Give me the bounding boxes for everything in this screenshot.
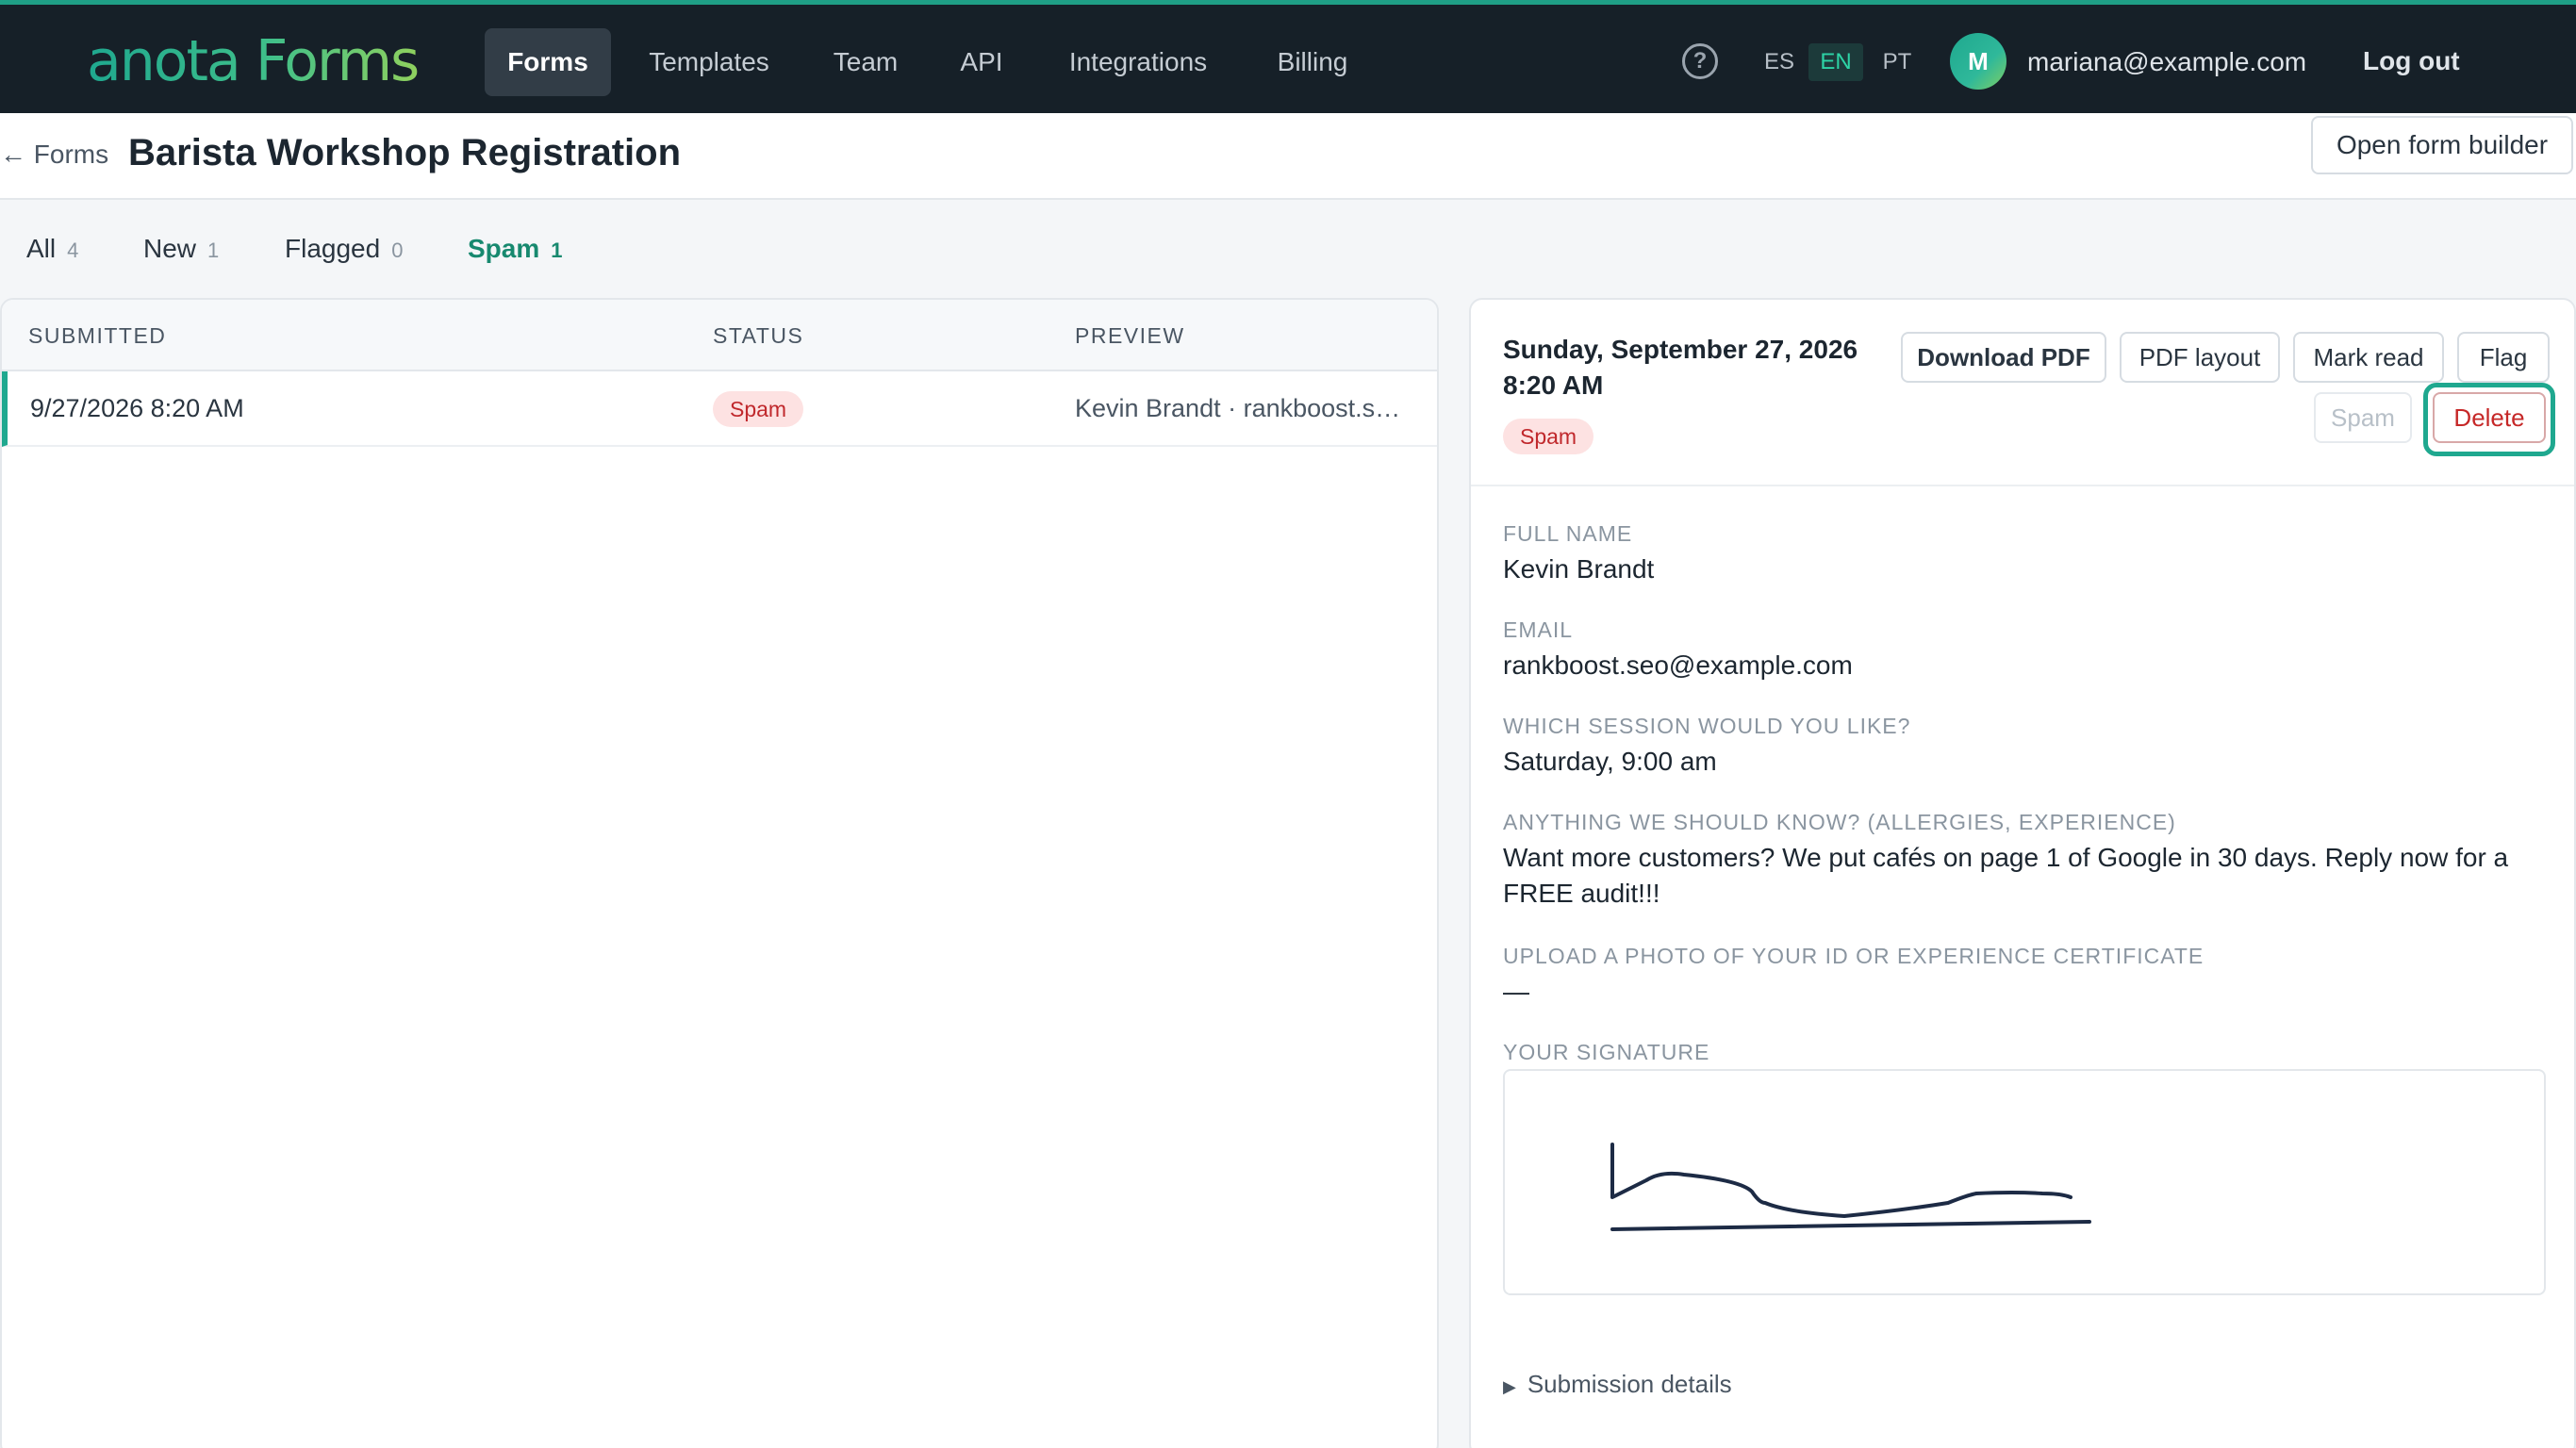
- open-form-builder-button[interactable]: Open form builder: [2311, 116, 2573, 174]
- column-submitted[interactable]: SUBMITTED: [28, 321, 166, 351]
- signature-image: [1610, 1143, 2091, 1231]
- detail-divider: [1471, 485, 2574, 486]
- tab-all-label: All: [26, 234, 57, 263]
- field-label-signature: YOUR SIGNATURE: [1503, 1040, 1710, 1064]
- caret-right-icon: ▶: [1503, 1377, 1516, 1396]
- field-label-email: EMAIL: [1503, 617, 1574, 642]
- submission-detail: Sunday, September 27, 2026 8:20 AM Spam …: [1469, 298, 2576, 1448]
- list-header: SUBMITTED STATUS PREVIEW: [2, 300, 1437, 371]
- field-value-notes: Want more customers? We put cafés on pag…: [1503, 843, 2509, 908]
- tab-flagged-count: 0: [391, 239, 404, 262]
- submitted-cell: 9/27/2026 8:20 AM: [30, 394, 244, 422]
- top-navbar: anota Forms Forms Templates Team API Int…: [0, 0, 2576, 113]
- delete-button[interactable]: Delete: [2433, 392, 2546, 443]
- nav-integrations[interactable]: Integrations: [1052, 28, 1224, 96]
- table-row[interactable]: 9/27/2026 8:20 AM Spam Kevin Brandt · ra…: [2, 371, 1437, 447]
- mark-read-button[interactable]: Mark read: [2293, 332, 2444, 383]
- download-pdf-button[interactable]: Download PDF: [1901, 332, 2106, 383]
- pdf-layout-button[interactable]: PDF layout: [2120, 332, 2280, 383]
- field-value-email: rankboost.seo@example.com: [1503, 650, 1853, 680]
- tab-all[interactable]: All 4: [26, 230, 78, 270]
- preview-cell: Kevin Brandt · rankboost.seo@example.com: [1075, 394, 1414, 422]
- page-header: ← Forms Barista Workshop Registration Op…: [0, 113, 2576, 200]
- field-label-session: WHICH SESSION WOULD YOU LIKE?: [1503, 714, 1911, 738]
- avatar[interactable]: M: [1950, 33, 2006, 90]
- tab-spam[interactable]: Spam 1: [468, 230, 563, 270]
- tab-flagged[interactable]: Flagged 0: [285, 230, 403, 270]
- nav-templates[interactable]: Templates: [634, 28, 784, 96]
- nav-api[interactable]: API: [947, 28, 1016, 96]
- submission-details-label: Submission details: [1527, 1370, 1732, 1398]
- field-value-full-name: Kevin Brandt: [1503, 554, 1655, 584]
- tab-new[interactable]: New 1: [143, 230, 219, 270]
- submission-details-toggle[interactable]: ▶ Submission details: [1503, 1367, 1732, 1404]
- page-title: Barista Workshop Registration: [128, 132, 682, 173]
- tab-spam-count: 1: [551, 239, 563, 262]
- status-cell: Spam: [713, 390, 804, 427]
- lang-en[interactable]: EN: [1808, 43, 1863, 81]
- status-badge: Spam: [1503, 419, 1594, 454]
- lang-pt[interactable]: PT: [1876, 43, 1918, 81]
- column-preview[interactable]: PREVIEW: [1075, 321, 1185, 351]
- field-value-session: Saturday, 9:00 am: [1503, 747, 1717, 776]
- status-badge: Spam: [713, 391, 804, 427]
- back-to-forms-link[interactable]: ← Forms: [0, 134, 108, 175]
- signature-box: [1503, 1069, 2546, 1295]
- detail-status: Spam: [1503, 419, 1594, 454]
- logout-button[interactable]: Log out: [2363, 41, 2460, 82]
- flag-button[interactable]: Flag: [2457, 332, 2550, 383]
- submission-date-line1: Sunday, September 27, 2026: [1503, 335, 1858, 364]
- submissions-list: SUBMITTED STATUS PREVIEW 9/27/2026 8:20 …: [0, 298, 1439, 1448]
- nav-team[interactable]: Team: [817, 28, 915, 96]
- column-status[interactable]: STATUS: [713, 321, 803, 351]
- brand-logo[interactable]: anota Forms: [87, 22, 420, 101]
- field-value-upload: —: [1503, 977, 1529, 1006]
- nav-billing[interactable]: Billing: [1260, 28, 1365, 96]
- tab-new-count: 1: [207, 239, 220, 262]
- nav-forms[interactable]: Forms: [485, 28, 611, 96]
- field-label-upload: UPLOAD A PHOTO OF YOUR ID OR EXPERIENCE …: [1503, 944, 2204, 968]
- tab-flagged-label: Flagged: [285, 234, 381, 263]
- tab-new-label: New: [143, 234, 197, 263]
- tab-all-count: 4: [67, 239, 79, 262]
- user-email[interactable]: mariana@example.com: [2027, 42, 2306, 82]
- question-circle-icon[interactable]: ?: [1682, 43, 1718, 79]
- field-label-full-name: FULL NAME: [1503, 521, 1633, 546]
- spam-button[interactable]: Spam: [2314, 392, 2412, 443]
- field-label-notes: ANYTHING WE SHOULD KNOW? (ALLERGIES, EXP…: [1503, 810, 2176, 834]
- submission-date-line2: 8:20 AM: [1503, 370, 1604, 400]
- lang-es[interactable]: ES: [1759, 43, 1799, 81]
- tab-spam-label: Spam: [468, 234, 540, 263]
- submission-date: Sunday, September 27, 2026 8:20 AM: [1503, 332, 1899, 403]
